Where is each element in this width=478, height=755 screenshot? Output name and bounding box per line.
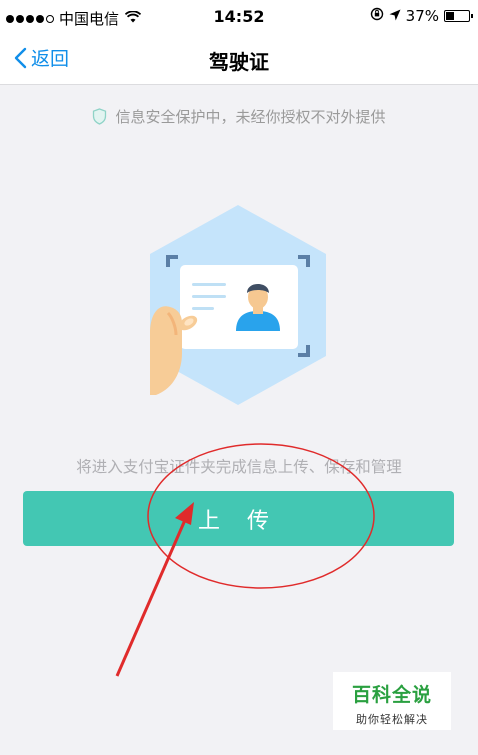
battery-icon [444, 10, 473, 22]
upload-button-label: 上 传 [198, 508, 279, 534]
location-icon [389, 7, 401, 25]
description-text: 将进入支付宝证件夹完成信息上传、保存和管理 [76, 458, 402, 476]
security-notice: 信息安全保护中，未经你授权不对外提供 [0, 106, 478, 127]
status-right: 37% [370, 7, 473, 25]
upload-button[interactable]: 上 传 [23, 491, 454, 546]
page-title: 驾驶证 [209, 50, 269, 74]
rotation-lock-icon [370, 7, 384, 25]
watermark-subtitle: 助你轻松解决 [356, 713, 428, 726]
watermark: 百科全说 助你轻松解决 [333, 672, 451, 730]
navigation-bar: 返回 驾驶证 [0, 36, 478, 85]
watermark-title: 百科全说 [351, 684, 432, 706]
battery-level [446, 12, 454, 20]
security-notice-text: 信息安全保护中，未经你授权不对外提供 [115, 108, 386, 126]
license-illustration [150, 205, 326, 405]
battery-percent: 37% [405, 7, 439, 25]
status-bar: 中国电信 14:52 37% [0, 0, 478, 36]
shield-icon [93, 108, 107, 125]
